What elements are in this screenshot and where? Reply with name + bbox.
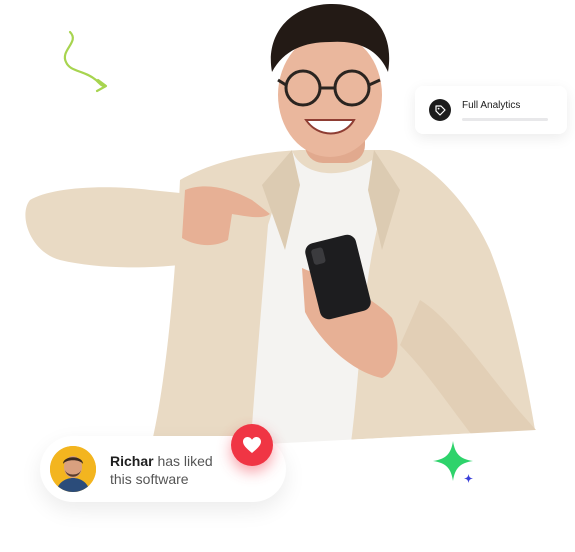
analytics-progress-track — [462, 118, 548, 121]
liker-name: Richar — [110, 453, 154, 469]
heart-icon — [243, 437, 261, 453]
analytics-badge — [429, 99, 451, 121]
analytics-card[interactable]: Full Analytics — [415, 86, 567, 134]
like-message-line2: this software — [110, 471, 189, 487]
tag-icon — [435, 105, 446, 116]
avatar-portrait — [50, 446, 96, 492]
like-message-line1: has liked — [153, 453, 213, 469]
like-button[interactable] — [231, 424, 273, 466]
small-sparkle-icon — [464, 474, 473, 483]
avatar — [50, 446, 96, 492]
analytics-title: Full Analytics — [462, 100, 521, 111]
curved-arrow-icon — [63, 30, 108, 93]
